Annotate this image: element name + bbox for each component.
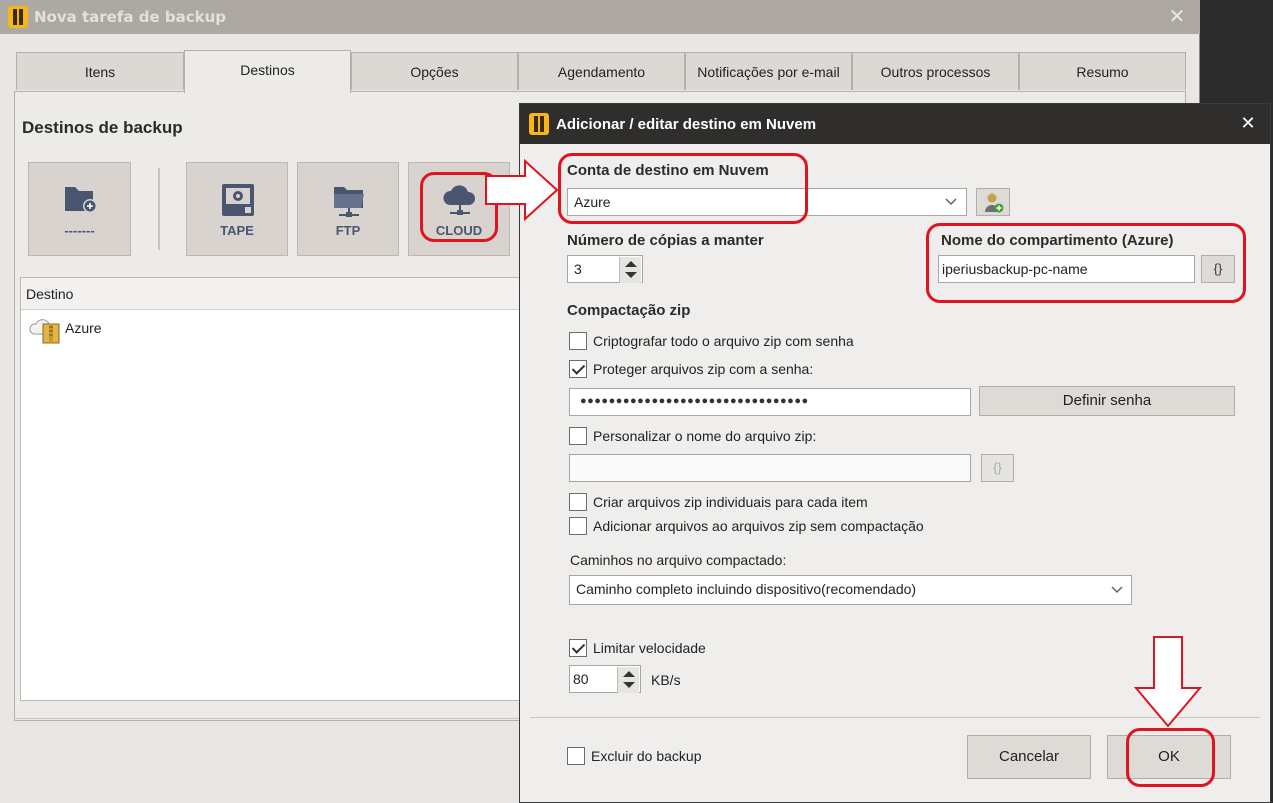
list-item-label: Azure: [65, 320, 102, 336]
tab-resumo[interactable]: Resumo: [1019, 52, 1186, 90]
dialog-title: Adicionar / editar destino em Nuvem: [556, 116, 817, 133]
section-heading: Destinos de backup: [22, 118, 183, 137]
tab-destinos[interactable]: Destinos: [184, 50, 351, 93]
close-icon[interactable]: ✕: [1166, 4, 1188, 28]
ftp-destination-button[interactable]: FTP: [297, 162, 399, 256]
separator: [158, 168, 160, 250]
tape-icon: [222, 184, 254, 216]
copies-spin-buttons[interactable]: [619, 257, 641, 283]
cancel-button[interactable]: Cancelar: [967, 735, 1091, 779]
zip-password-input[interactable]: ●●●●●●●●●●●●●●●●●●●●●●●●●●●●●●●●: [569, 388, 971, 416]
custom-zip-name-label: Personalizar o nome do arquivo zip:: [593, 428, 817, 444]
custom-zip-name-input[interactable]: [569, 454, 971, 482]
chevron-down-icon: [945, 198, 957, 206]
add-folder-destination-button[interactable]: -------: [28, 162, 131, 256]
main-titlebar: Nova tarefa de backup ✕: [0, 0, 1200, 34]
limit-speed-label: Limitar velocidade: [593, 640, 706, 656]
exclude-backup-label: Excluir do backup: [591, 748, 702, 764]
cloud-zip-icon: [29, 319, 60, 344]
add-account-button[interactable]: [976, 188, 1010, 216]
app-logo-icon: [8, 6, 28, 28]
list-item[interactable]: Azure: [29, 316, 229, 344]
individual-zip-checkbox[interactable]: [569, 493, 587, 511]
encrypt-zip-label: Criptografar todo o arquivo zip com senh…: [593, 333, 854, 349]
column-header-destino: Destino: [26, 286, 74, 302]
archive-paths-value: Caminho completo incluindo dispositivo(r…: [576, 581, 917, 597]
add-folder-label: -------: [64, 223, 95, 238]
set-password-button[interactable]: Definir senha: [979, 386, 1235, 416]
protect-zip-checkbox[interactable]: [569, 360, 587, 378]
app-logo-icon: [529, 113, 549, 135]
tab-agendamento[interactable]: Agendamento: [518, 52, 685, 90]
custom-zip-name-checkbox[interactable]: [569, 427, 587, 445]
copies-value: 3: [574, 261, 582, 277]
window-title: Nova tarefa de backup: [34, 8, 226, 26]
destination-list[interactable]: Destino Azure: [20, 277, 530, 701]
highlight-cloud-account: [558, 153, 808, 224]
arrow-down-icon: [1133, 636, 1203, 728]
zip-section-heading: Compactação zip: [567, 302, 691, 319]
tab-outros-processos[interactable]: Outros processos: [852, 52, 1019, 90]
exclude-backup-checkbox[interactable]: [567, 747, 585, 765]
ftp-folder-icon: [334, 187, 364, 217]
dialog-titlebar: Adicionar / editar destino em Nuvem ✕: [520, 104, 1270, 144]
tape-destination-button[interactable]: TAPE: [186, 162, 288, 256]
encrypt-zip-checkbox[interactable]: [569, 332, 587, 350]
copies-stepper[interactable]: 3: [567, 255, 643, 283]
list-header[interactable]: Destino: [21, 278, 529, 310]
highlight-ok-button: [1126, 728, 1215, 787]
tab-bar: Itens Destinos Opções Agendamento Notifi…: [16, 50, 1186, 93]
ftp-label: FTP: [335, 223, 361, 238]
folder-add-icon: [65, 187, 97, 213]
tape-label: TAPE: [220, 223, 254, 238]
individual-zip-label: Criar arquivos zip individuais para cada…: [593, 494, 868, 510]
protect-zip-label: Proteger arquivos zip com a senha:: [593, 361, 814, 377]
copies-label: Número de cópias a manter: [567, 232, 764, 249]
speed-stepper[interactable]: 80: [569, 665, 641, 693]
archive-paths-select[interactable]: Caminho completo incluindo dispositivo(r…: [569, 575, 1132, 605]
archive-paths-label: Caminhos no arquivo compactado:: [570, 552, 787, 568]
no-compression-checkbox[interactable]: [569, 517, 587, 535]
zip-password-value: ●●●●●●●●●●●●●●●●●●●●●●●●●●●●●●●●: [580, 395, 809, 407]
tab-itens[interactable]: Itens: [16, 52, 184, 90]
add-user-icon: [985, 193, 1004, 213]
speed-value: 80: [573, 671, 589, 687]
speed-unit-label: KB/s: [651, 672, 681, 688]
no-compression-label: Adicionar arquivos ao arquivos zip sem c…: [593, 518, 924, 534]
arrow-right-icon: [485, 158, 559, 222]
dialog-close-icon[interactable]: ✕: [1236, 112, 1260, 136]
speed-spin-buttons[interactable]: [617, 667, 639, 693]
tab-opcoes[interactable]: Opções: [351, 52, 518, 90]
highlight-container-name: [926, 223, 1246, 303]
zip-name-variables-button[interactable]: {}: [981, 454, 1014, 482]
limit-speed-checkbox[interactable]: [569, 639, 587, 657]
chevron-down-icon: [1111, 586, 1123, 594]
tab-notificacoes[interactable]: Notificações por e-mail: [685, 52, 852, 90]
